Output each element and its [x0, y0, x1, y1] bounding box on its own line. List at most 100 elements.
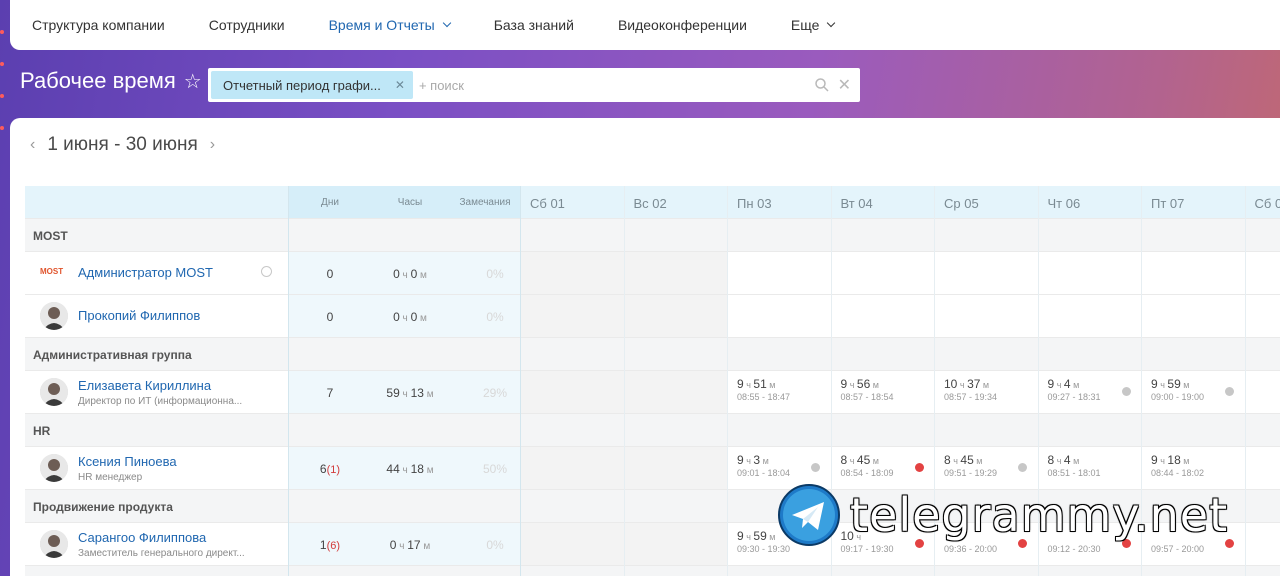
day-hours: 9 ч 4 м — [1048, 377, 1080, 391]
watermark: telegrammy.net — [778, 484, 1228, 546]
cell-hours-unit: ч — [743, 456, 754, 466]
summary-header: Часы — [397, 197, 423, 208]
hours-unit: ч — [396, 541, 408, 552]
cell-minutes-unit: м — [1180, 456, 1190, 466]
cell-minutes: 45 — [856, 453, 871, 467]
remarks-percent: 0% — [486, 267, 504, 281]
cell-minutes: 59 — [1167, 377, 1181, 391]
cell-minutes-unit: м — [1180, 380, 1190, 390]
day-header[interactable]: Пт 07 — [1151, 196, 1184, 211]
day-header[interactable]: Сб 01 — [530, 196, 565, 211]
day-header[interactable]: Сб 0 — [1255, 196, 1280, 211]
cell-hours-unit: ч — [950, 456, 961, 466]
remove-filter-icon[interactable]: ✕ — [395, 78, 405, 92]
day-header[interactable]: Чт 06 — [1048, 196, 1081, 211]
day-hours: 8 ч 4 м — [1048, 453, 1080, 467]
hours-total: 44 ч 18 м — [370, 462, 450, 476]
cell-hours: 9 — [737, 377, 744, 391]
days-count: 6(1) — [305, 462, 355, 476]
employee-name[interactable]: Сарангоо Филиппова — [78, 530, 206, 545]
cell-minutes: 37 — [967, 377, 981, 391]
minutes-unit: м — [417, 270, 427, 281]
day-time-range: 08:51 - 18:01 — [1047, 468, 1101, 478]
day-hours: 9 ч 51 м — [737, 377, 775, 391]
nav-company-structure[interactable]: Структура компании — [32, 17, 165, 33]
next-period-icon[interactable]: › — [210, 136, 215, 154]
search-icon[interactable] — [814, 77, 830, 93]
table-row — [25, 294, 1280, 337]
group-label: MOST — [33, 229, 68, 243]
day-hours: 9 ч 59 м — [1151, 377, 1189, 391]
cell-minutes-unit: м — [980, 380, 990, 390]
day-header[interactable]: Пн 03 — [737, 196, 772, 211]
group-row — [25, 337, 1280, 370]
avatar — [40, 530, 68, 558]
employee-name[interactable]: Администратор MOST — [78, 265, 213, 280]
group-row — [25, 565, 1280, 576]
cell-hours-unit: ч — [743, 380, 754, 390]
minutes-value: 17 — [407, 538, 421, 552]
cell-hours: 8 — [944, 453, 951, 467]
group-label: Административная группа — [33, 348, 192, 362]
table-row — [25, 251, 1280, 294]
nav-more[interactable]: Еще — [791, 17, 836, 33]
info-icon[interactable] — [1121, 387, 1131, 396]
employee-name[interactable]: Прокопий Филиппов — [78, 308, 200, 323]
cell-minutes-unit: м — [760, 456, 769, 466]
header-name-column — [25, 186, 288, 218]
column-divider — [623, 186, 625, 576]
cell-minutes-unit: м — [766, 380, 776, 390]
hours-value: 0 — [393, 310, 400, 324]
info-icon[interactable] — [811, 463, 820, 472]
avatar — [40, 378, 68, 406]
hours-value: 59 — [386, 386, 400, 400]
filter-tag[interactable]: Отчетный период графи... ✕ — [211, 71, 413, 99]
cell-hours: 9 — [1151, 453, 1158, 467]
warning-icon[interactable] — [914, 463, 924, 472]
cell-hours-unit: ч — [957, 380, 968, 390]
day-hours: 9 ч 3 м — [737, 453, 769, 467]
hours-total: 0 ч 0 м — [370, 310, 450, 324]
minutes-value: 18 — [410, 462, 424, 476]
nav-time-reports[interactable]: Время и Отчеты — [329, 17, 451, 33]
minutes-unit: м — [423, 389, 434, 400]
clear-search-icon[interactable]: ✕ — [838, 75, 851, 95]
info-icon[interactable] — [1018, 463, 1027, 472]
cell-hours-unit: ч — [743, 532, 754, 542]
days-extra: (6) — [326, 540, 341, 552]
left-edge-indicators — [0, 30, 4, 158]
minutes-unit: м — [417, 313, 427, 324]
employee-name[interactable]: Ксения Пиноева — [78, 454, 177, 469]
nav-knowledge-base[interactable]: База знаний — [494, 17, 574, 33]
nav-employees[interactable]: Сотрудники — [209, 17, 285, 33]
day-header[interactable]: Вт 04 — [841, 196, 873, 211]
days-count: 7 — [305, 386, 355, 400]
prev-period-icon[interactable]: ‹ — [30, 136, 35, 154]
day-header[interactable]: Ср 05 — [944, 196, 979, 211]
cell-hours: 9 — [737, 529, 744, 543]
cell-hours-unit: ч — [1054, 456, 1064, 466]
info-icon[interactable] — [1225, 387, 1234, 396]
day-time-range: 09:01 - 18:04 — [737, 468, 791, 478]
cell-minutes: 18 — [1167, 453, 1181, 467]
telegram-logo-icon — [778, 484, 840, 546]
days-value: 7 — [326, 386, 334, 400]
employee-name[interactable]: Елизавета Кириллина — [78, 378, 211, 393]
star-icon[interactable]: ☆ — [184, 69, 202, 94]
search-bar[interactable]: Отчетный период графи... ✕ ✕ — [208, 68, 860, 102]
group-row — [25, 218, 1280, 251]
day-time-range: 08:54 - 18:09 — [840, 468, 894, 478]
cell-minutes-unit: м — [1070, 380, 1080, 390]
day-time-range: 09:27 - 18:31 — [1047, 392, 1101, 402]
info-icon[interactable] — [261, 266, 272, 277]
cell-minutes-unit: м — [766, 532, 776, 542]
top-navigation: Структура компании Сотрудники Время и От… — [10, 0, 1280, 50]
day-header[interactable]: Вс 02 — [634, 196, 667, 211]
cell-minutes: 51 — [753, 377, 767, 391]
period-switcher: ‹ 1 июня - 30 июня › — [30, 134, 215, 156]
search-input[interactable] — [418, 77, 814, 93]
nav-videoconferences[interactable]: Видеоконференции — [618, 17, 747, 33]
summary-header: Дни — [321, 197, 339, 208]
day-time-range: 08:44 - 18:02 — [1151, 468, 1205, 478]
cell-minutes-unit: м — [1070, 456, 1080, 466]
